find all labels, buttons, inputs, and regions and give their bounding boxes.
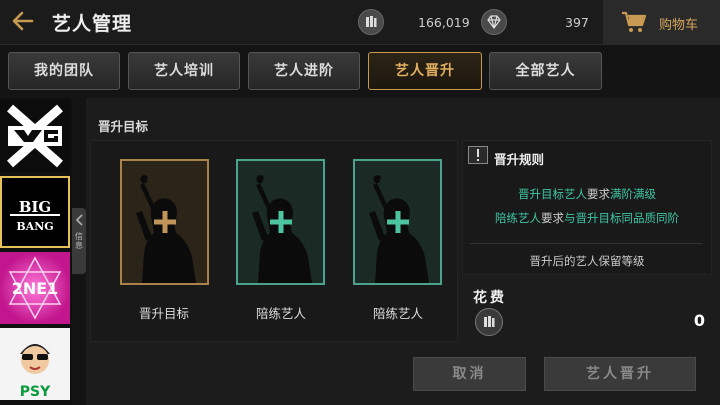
sidebar-item-psy[interactable]: PSY bbox=[0, 328, 70, 400]
arrow-left-icon bbox=[12, 11, 34, 31]
section-title: 晋升目标 bbox=[98, 119, 149, 134]
rule-line-3: 晋升后的艺人保留等级 bbox=[529, 254, 645, 268]
currency-bars-icon bbox=[475, 308, 503, 336]
rule-line-2: 陪练艺人要求与晋升目标同品质同阶 bbox=[462, 210, 712, 226]
tab-promotion[interactable]: 艺人晋升 bbox=[368, 52, 482, 90]
sparring-artist-slot-1[interactable] bbox=[236, 159, 325, 285]
promote-artist-button[interactable]: 艺人晋升 bbox=[544, 357, 696, 391]
sidebar-item-2ne1[interactable]: 2NE1 bbox=[0, 252, 70, 324]
diamond-value: 397 bbox=[565, 15, 589, 30]
rule-highlight: 晋升目标艺人 bbox=[518, 187, 587, 201]
sidebar-item-yg[interactable] bbox=[0, 100, 70, 172]
rule-text: 要求 bbox=[587, 187, 610, 201]
shopping-cart-icon bbox=[622, 11, 647, 32]
page-title: 艺人管理 bbox=[52, 13, 133, 35]
exclamation-icon bbox=[468, 146, 488, 164]
info-drawer-label: 信息 bbox=[75, 232, 83, 250]
tab-advance[interactable]: 艺人进阶 bbox=[248, 52, 360, 90]
cancel-button[interactable]: 取消 bbox=[413, 357, 526, 391]
svg-text:2NE1: 2NE1 bbox=[12, 279, 59, 298]
psy-logo: PSY bbox=[20, 344, 51, 400]
rule-text: 要求 bbox=[541, 211, 564, 225]
tab-training[interactable]: 艺人培训 bbox=[128, 52, 240, 90]
tab-all-artists[interactable]: 全部艺人 bbox=[489, 52, 602, 90]
svg-text:BANG: BANG bbox=[16, 220, 53, 233]
svg-text:PSY: PSY bbox=[20, 384, 51, 400]
cost-label: 花费 bbox=[473, 290, 507, 306]
slot-label-sparring-1: 陪练艺人 bbox=[255, 306, 306, 321]
slot-label-target: 晋升目标 bbox=[138, 306, 189, 321]
plus-icon bbox=[387, 211, 409, 233]
sidebar-item-bigbang[interactable]: BIG BANG bbox=[0, 176, 70, 248]
promotion-target-slot[interactable] bbox=[120, 159, 209, 285]
cart-button[interactable]: 购物车 bbox=[603, 0, 720, 45]
yg-logo bbox=[7, 104, 63, 168]
currency-bars-icon bbox=[358, 9, 384, 35]
plus-icon bbox=[270, 211, 292, 233]
info-drawer-handle[interactable]: 信息 bbox=[72, 208, 86, 274]
2ne1-logo: 2NE1 bbox=[8, 256, 62, 320]
bigbang-logo: BIG BANG bbox=[10, 198, 60, 233]
slot-label-sparring-2: 陪练艺人 bbox=[372, 306, 423, 321]
rules-title: 晋升规则 bbox=[494, 152, 545, 167]
svg-text:BIG: BIG bbox=[19, 198, 52, 216]
cart-label: 购物车 bbox=[659, 18, 699, 33]
rule-highlight: 与晋升目标同品质同阶 bbox=[564, 211, 679, 225]
artist-group-sidebar: BIG BANG 2NE1 PSY bbox=[0, 98, 72, 405]
cost-value: 0 bbox=[693, 311, 705, 330]
rule-line-1: 晋升目标艺人要求满阶满级 bbox=[462, 186, 712, 202]
plus-icon bbox=[154, 211, 176, 233]
chevron-left-icon bbox=[75, 214, 83, 226]
diamond-icon bbox=[481, 9, 507, 35]
sparring-artist-slot-2[interactable] bbox=[353, 159, 442, 285]
rule-highlight: 满阶满级 bbox=[610, 187, 656, 201]
rule-highlight: 陪练艺人 bbox=[495, 211, 541, 225]
back-button[interactable] bbox=[8, 8, 38, 36]
tab-my-team[interactable]: 我的团队 bbox=[8, 52, 120, 90]
rule-divider bbox=[470, 243, 702, 244]
gold-value: 166,019 bbox=[418, 15, 470, 30]
top-bar: 艺人管理 166,019 397 购物车 bbox=[0, 0, 720, 45]
